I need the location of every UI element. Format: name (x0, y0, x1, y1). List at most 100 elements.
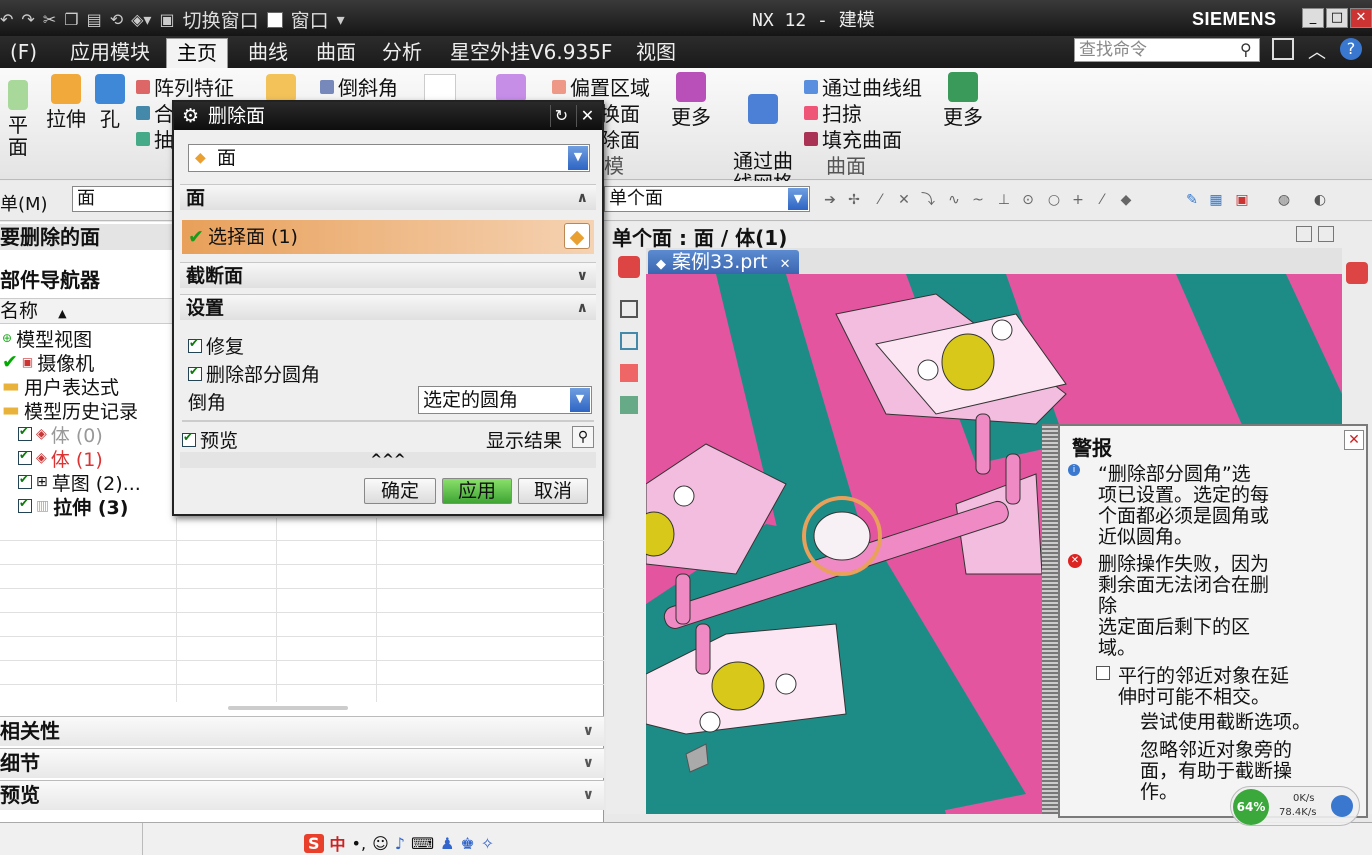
pattern-feature-button[interactable]: 阵列特征 (136, 72, 234, 101)
section-face[interactable]: 面 ∧ (180, 184, 596, 210)
datum-plane-button[interactable]: 平面 (0, 80, 36, 158)
tab-view[interactable]: 视图 (626, 38, 686, 68)
panel-dependencies[interactable]: 相关性 ∨ (0, 716, 604, 746)
punctuation-icon[interactable]: •, (352, 834, 367, 853)
render-icon[interactable]: ◍ (1276, 192, 1292, 208)
snap-mid-icon[interactable]: ✕ (896, 192, 912, 208)
ime-mode[interactable]: 中 (330, 831, 346, 855)
mic-icon[interactable]: ♪ (395, 834, 405, 853)
section-settings[interactable]: 设置 ∧ (180, 294, 596, 320)
preview-checkbox-row[interactable]: 预览 (182, 426, 238, 453)
window-menu-button[interactable]: 窗口 (291, 6, 329, 33)
collapse-ribbon-icon[interactable]: ︿ (1308, 38, 1326, 64)
expand-dialog-button[interactable]: ^^^ (180, 452, 596, 468)
touch-mode-icon[interactable]: ◈▾ (131, 10, 151, 29)
tab-plugin[interactable]: 星空外挂V6.935F (440, 38, 622, 68)
offset-region-button[interactable]: 偏置区域 (552, 72, 650, 101)
replace-face-button[interactable]: 换面 (600, 98, 640, 127)
apply-button[interactable]: 应用 (442, 478, 512, 504)
reset-icon[interactable]: ↻ (550, 105, 572, 127)
document-tab[interactable]: ◆ 案例33.prt ✕ (648, 250, 799, 274)
snap-curve-icon[interactable]: ⤵ (920, 192, 936, 208)
close-icon[interactable]: ✕ (576, 105, 598, 127)
sync-move-icon[interactable] (496, 74, 526, 102)
abs-csys-icon[interactable] (618, 256, 640, 278)
snap-wave-icon[interactable]: ~ (970, 192, 986, 208)
select-face-icon[interactable]: ◆ (564, 223, 590, 249)
keyboard-icon[interactable]: ⌨ (411, 834, 434, 853)
type-filter[interactable]: 面 (72, 186, 174, 212)
gear-icon[interactable]: ⚙ (182, 102, 199, 130)
tool-icon-constraint[interactable] (620, 396, 638, 414)
panel-restore-icon[interactable] (1296, 226, 1312, 242)
tab-analysis[interactable]: 分析 (372, 38, 432, 68)
minimize-button[interactable]: _ (1302, 8, 1324, 28)
delete-blend-checkbox[interactable] (188, 364, 202, 381)
resource-bar-icon[interactable] (1346, 262, 1368, 284)
paste-icon[interactable]: ▤ (87, 10, 102, 29)
network-monitor[interactable]: 64% 0K/s 78.4K/s (1230, 786, 1360, 826)
repair-checkbox-row[interactable]: 修复 (188, 332, 244, 359)
visibility-checkbox[interactable] (18, 448, 32, 465)
edge-blend-icon[interactable] (266, 74, 296, 102)
snap-face-icon[interactable]: ⁄ (1094, 192, 1110, 208)
maximize-button[interactable]: □ (1326, 8, 1348, 28)
snap-center-icon[interactable]: ⊙ (1020, 192, 1036, 208)
repair-checkbox[interactable] (188, 336, 202, 353)
cancel-button[interactable]: 取消 (518, 478, 588, 504)
menu-button[interactable]: 单(M) (0, 190, 48, 216)
dialog-title-bar[interactable]: ⚙ 删除面 ↻ ✕ (174, 102, 602, 130)
delete-face-ribbon-button[interactable]: 除面 (600, 124, 640, 153)
tool-icon-layers[interactable] (620, 332, 638, 350)
visibility-checkbox[interactable] (18, 472, 32, 489)
pencil-icon[interactable]: ✎ (1184, 192, 1200, 208)
option-checkbox[interactable] (1096, 666, 1110, 680)
close-button[interactable]: ✕ (1350, 8, 1372, 28)
redo-icon[interactable]: ↷ (21, 10, 34, 29)
undo-icon[interactable]: ↶ (0, 10, 13, 29)
skin-icon[interactable]: ♚ (460, 834, 474, 853)
visibility-checkbox[interactable] (18, 424, 32, 441)
snap-bounded-icon[interactable]: ◆ (1118, 192, 1134, 208)
splitter-handle[interactable] (228, 706, 348, 710)
snap-quadrant-icon[interactable]: ○ (1046, 192, 1062, 208)
draft-icon[interactable] (424, 74, 456, 102)
ok-button[interactable]: 确定 (364, 478, 436, 504)
cut-icon[interactable]: ✂ (43, 10, 56, 29)
tab-application[interactable]: 应用模块 (60, 38, 160, 68)
delete-blend-checkbox-row[interactable]: 删除部分圆角 (188, 360, 320, 387)
section-cross-section[interactable]: 截断面 ∨ (180, 262, 596, 288)
extrude-button[interactable]: 拉伸 (42, 74, 90, 130)
command-search-input[interactable]: 查找命令 (1074, 38, 1260, 62)
tool-icon-wcs[interactable] (620, 364, 638, 382)
snap-perp-icon[interactable]: ⊥ (996, 192, 1012, 208)
sogou-logo-icon[interactable]: S (304, 833, 324, 853)
display-icon[interactable]: ◐ (1312, 192, 1328, 208)
unite-button[interactable]: 合 (136, 98, 174, 127)
splitter-handle[interactable] (1042, 424, 1058, 814)
snap-line-icon[interactable]: ⁄ (872, 192, 888, 208)
panel-preview[interactable]: 预览 ∨ (0, 780, 604, 810)
user-icon[interactable]: ♟ (440, 834, 454, 853)
swept-button[interactable]: 扫掠 (804, 98, 862, 127)
hole-button[interactable]: 孔 (94, 74, 126, 130)
close-alert-icon[interactable]: ✕ (1344, 430, 1364, 450)
tab-curve[interactable]: 曲线 (238, 38, 298, 68)
layer-icon[interactable]: ▦ (1208, 192, 1224, 208)
grid-icon[interactable]: ▣ (1234, 192, 1250, 208)
repeat-icon[interactable]: ⟲ (110, 10, 123, 29)
search-icon[interactable]: ⚲ (1240, 40, 1252, 59)
panel-details[interactable]: 细节 ∨ (0, 748, 604, 778)
show-result-button[interactable]: ⚲ (572, 426, 594, 448)
fullscreen-icon[interactable] (1272, 38, 1294, 60)
chamfer-button[interactable]: 倒斜角 (320, 72, 398, 101)
through-curves-button[interactable]: 通过曲线组 (804, 72, 922, 101)
blend-dropdown[interactable]: 选定的圆角 ▼ (418, 386, 592, 414)
visibility-checkbox[interactable] (18, 496, 32, 513)
snap-point-icon[interactable]: + (1070, 192, 1086, 208)
copy-icon[interactable]: ❐ (64, 10, 78, 29)
tab-home[interactable]: 主页 (166, 38, 228, 68)
more-surface-button[interactable]: 更多 (940, 72, 986, 128)
wrench-icon[interactable]: ✧ (481, 834, 494, 853)
dropdown-icon[interactable]: ▾ (337, 10, 345, 29)
